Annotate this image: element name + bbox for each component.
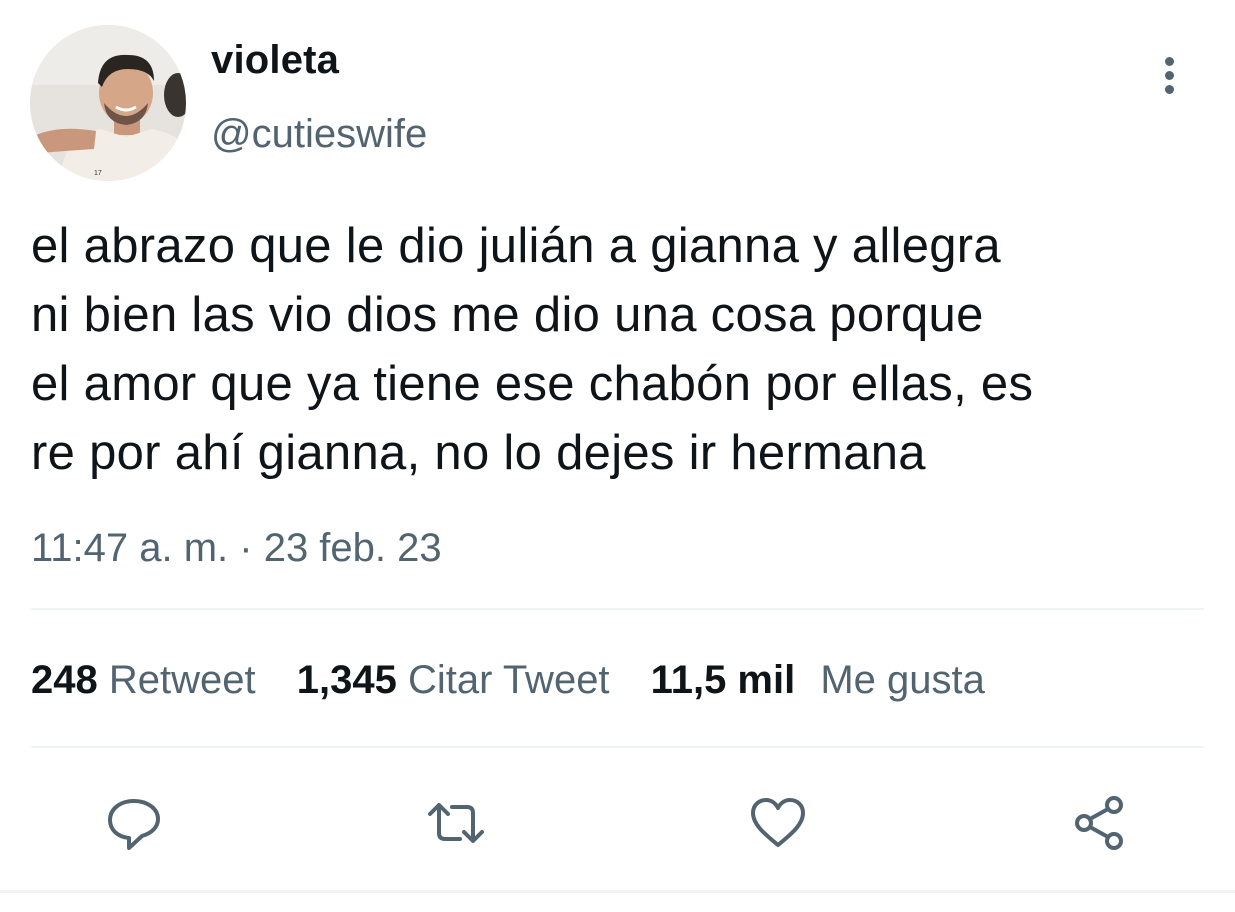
- tweet-text-line: re por ahí gianna, no lo dejes ir herman…: [31, 426, 926, 480]
- profile-photo: 17: [30, 25, 186, 181]
- bottom-border: [0, 890, 1235, 893]
- likes-count: 11,5 mil: [650, 658, 796, 702]
- tweet-text: el abrazo que le dio julián a gianna y a…: [31, 212, 1221, 488]
- retweet-icon: [428, 803, 484, 843]
- more-dot: [1165, 71, 1174, 80]
- likes-label: Me gusta: [820, 658, 985, 702]
- like-button[interactable]: [748, 793, 808, 853]
- tweet-timestamp[interactable]: 11:47 a. m. · 23 feb. 23: [31, 526, 442, 571]
- display-name[interactable]: violeta: [211, 38, 339, 83]
- engagement-stats: 248 Retweet 1,345 Citar Tweet 11,5 mil M…: [31, 658, 985, 703]
- retweets-count: 248: [31, 658, 98, 702]
- quotes-label: Citar Tweet: [407, 658, 610, 702]
- tweet-text-line: ni bien las vio dios me dio una cosa por…: [31, 288, 984, 342]
- more-options-button[interactable]: [1150, 50, 1190, 100]
- divider: [31, 746, 1204, 748]
- share-button[interactable]: [1070, 793, 1130, 853]
- more-dot: [1165, 57, 1174, 66]
- share-icon: [1075, 796, 1123, 850]
- quotes-stat[interactable]: 1,345 Citar Tweet: [297, 658, 610, 703]
- retweets-stat[interactable]: 248 Retweet: [31, 658, 256, 703]
- more-dot: [1165, 85, 1174, 94]
- tweet: 17 violeta @cutieswife el abrazo que le …: [0, 0, 1235, 912]
- svg-text:17: 17: [94, 170, 102, 177]
- reply-icon: [108, 799, 160, 850]
- likes-stat[interactable]: 11,5 mil Me gusta: [651, 658, 985, 703]
- retweet-button[interactable]: [426, 793, 486, 853]
- tweet-text-line: el amor que ya tiene ese chabón por ella…: [31, 357, 1034, 411]
- reply-button[interactable]: [104, 793, 164, 853]
- tweet-text-line: el abrazo que le dio julián a gianna y a…: [31, 219, 1001, 273]
- quotes-count: 1,345: [296, 658, 397, 702]
- like-icon: [751, 798, 805, 847]
- avatar[interactable]: 17: [30, 25, 186, 181]
- user-handle[interactable]: @cutieswife: [211, 112, 427, 157]
- retweets-label: Retweet: [108, 658, 256, 702]
- divider: [31, 608, 1204, 610]
